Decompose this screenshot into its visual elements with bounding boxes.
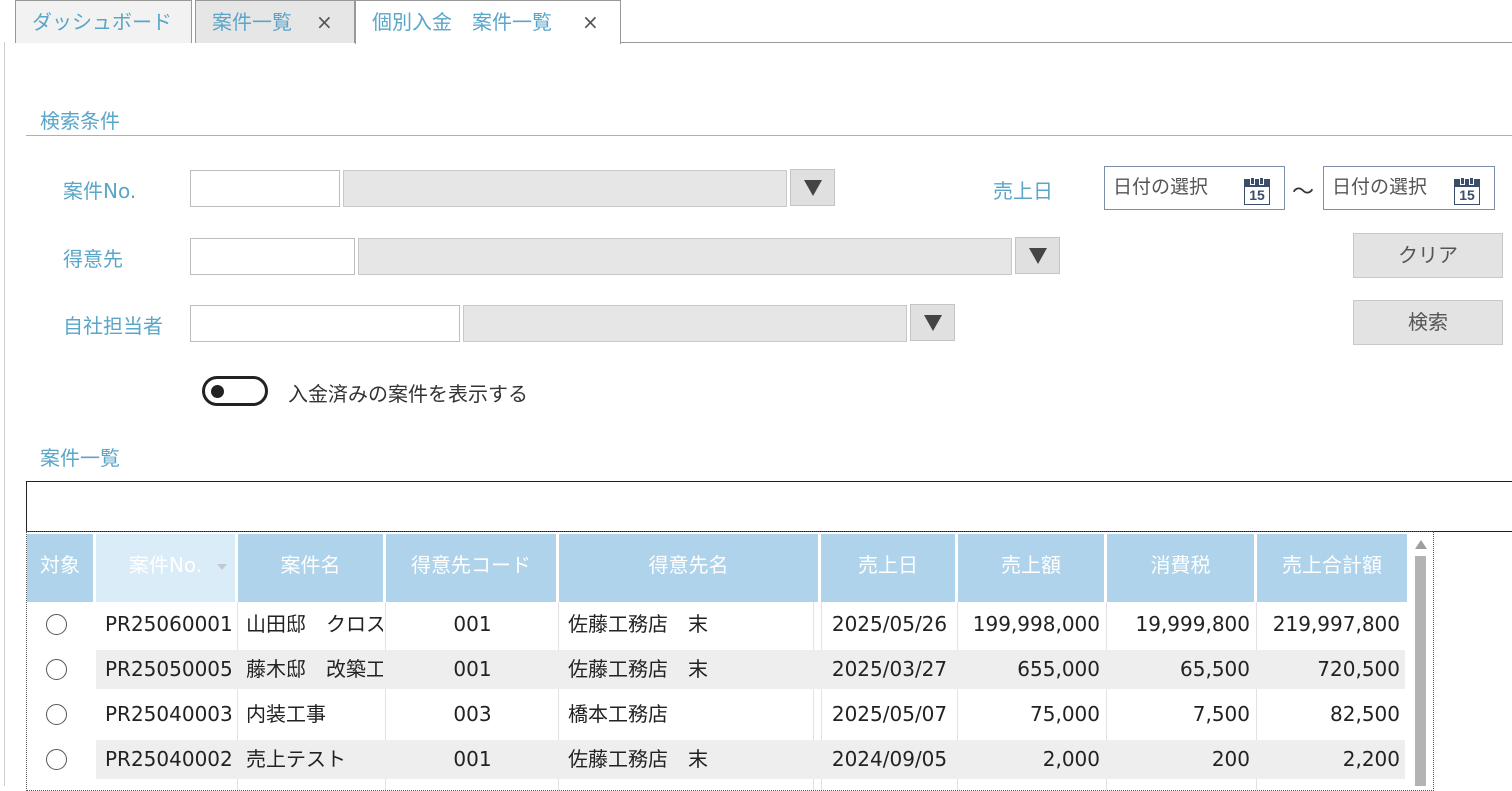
row-select-radio[interactable] — [46, 659, 67, 680]
case-grid: 対象 案件No. 案件名 得意先コード 得意先名 売上日 売上額 消費税 売上合… — [26, 531, 1434, 791]
table-row[interactable]: PR25060001 山田邸 クロス 001 佐藤工務店 末 2025/05/2… — [27, 602, 1405, 647]
column-header-total[interactable]: 売上合計額 — [1257, 534, 1407, 602]
close-icon[interactable]: × — [582, 1, 599, 44]
cell-case-no: PR25050005 — [105, 657, 233, 681]
row-select-radio[interactable] — [46, 704, 67, 725]
table-row[interactable]: PR25040003 内装工事 003 橋本工務店 2025/05/07 75,… — [27, 692, 1405, 737]
toggle-knob — [211, 385, 224, 398]
show-paid-toggle[interactable] — [202, 376, 268, 406]
date-to-placeholder: 日付の選択 — [1332, 176, 1428, 198]
column-header-customer-name[interactable]: 得意先名 — [559, 534, 821, 602]
case-no-name-field — [343, 170, 787, 207]
cell-customer-code: 001 — [453, 657, 492, 681]
staff-dropdown-button[interactable] — [910, 304, 955, 341]
sort-icon — [217, 564, 227, 570]
date-range-separator: ～ — [1292, 180, 1315, 205]
cell-case-no: PR25060001 — [105, 612, 233, 636]
customer-code-input[interactable] — [190, 238, 355, 275]
cell-sales-amount: 2,000 — [1042, 747, 1100, 771]
tab-label: 案件一覧 — [212, 10, 292, 34]
close-icon[interactable]: × — [316, 1, 333, 44]
cell-sales-date: 2025/05/26 — [831, 612, 948, 636]
cell-sales-amount: 655,000 — [1017, 657, 1100, 681]
date-from-picker[interactable]: 日付の選択 15 — [1104, 166, 1285, 210]
tab-individual-payment-case-list[interactable]: 個別入金 案件一覧 × — [355, 0, 621, 44]
cell-case-no: PR25040002 — [105, 747, 233, 771]
cell-tax: 200 — [1211, 747, 1250, 771]
date-from-placeholder: 日付の選択 — [1113, 176, 1209, 198]
left-edge — [0, 42, 5, 786]
staff-name-field — [463, 305, 907, 342]
grid-scrollbar[interactable] — [1410, 536, 1432, 786]
clear-button[interactable]: クリア — [1353, 233, 1503, 278]
section-divider — [26, 135, 1512, 136]
cell-customer-code: 001 — [453, 747, 492, 771]
cell-sales-date: 2024/09/05 — [831, 747, 948, 771]
column-header-target[interactable]: 対象 — [27, 534, 96, 602]
column-header-sales-amount[interactable]: 売上額 — [958, 534, 1107, 602]
column-header-case-name[interactable]: 案件名 — [238, 534, 386, 602]
scroll-thumb[interactable] — [1415, 556, 1426, 786]
cell-case-name: 藤木邸 改築工 — [246, 657, 383, 681]
calendar-icon[interactable]: 15 — [1244, 177, 1270, 205]
cell-tax: 7,500 — [1192, 702, 1250, 726]
column-header-tax[interactable]: 消費税 — [1107, 534, 1257, 602]
calendar-icon[interactable]: 15 — [1454, 177, 1480, 205]
cell-tax: 65,500 — [1180, 657, 1250, 681]
column-header-sales-date[interactable]: 売上日 — [821, 534, 958, 602]
cell-case-no: PR25040003 — [105, 702, 233, 726]
cell-customer-name: 佐藤工務店 末 — [568, 657, 708, 681]
tab-label: 個別入金 案件一覧 — [372, 10, 552, 34]
grid-group-panel — [26, 481, 1512, 532]
case-no-input[interactable] — [190, 170, 340, 207]
scroll-up-icon[interactable] — [1415, 540, 1427, 549]
cell-case-name: 内装工事 — [246, 702, 326, 726]
cell-sales-amount: 75,000 — [1030, 702, 1100, 726]
table-row[interactable]: PR25040002 売上テスト 001 佐藤工務店 末 2024/09/05 … — [27, 737, 1405, 782]
cell-sales-date: 2025/03/27 — [831, 657, 948, 681]
case-no-dropdown-button[interactable] — [790, 169, 835, 206]
cell-total: 82,500 — [1330, 702, 1400, 726]
cell-customer-name: 佐藤工務店 末 — [568, 747, 708, 771]
sales-date-label: 売上日 — [993, 179, 1053, 203]
case-no-label: 案件No. — [63, 179, 137, 203]
cell-total: 2,200 — [1342, 747, 1400, 771]
column-header-case-no[interactable]: 案件No. — [96, 534, 238, 602]
cell-customer-code: 003 — [453, 702, 492, 726]
show-paid-toggle-label: 入金済みの案件を表示する — [288, 382, 528, 406]
tab-label: ダッシュボード — [32, 10, 172, 34]
triangle-down-icon — [1028, 247, 1047, 264]
date-to-picker[interactable]: 日付の選択 15 — [1323, 166, 1495, 210]
staff-label: 自社担当者 — [63, 314, 163, 338]
cell-total: 720,500 — [1317, 657, 1400, 681]
customer-name-field — [358, 238, 1012, 275]
tab-baseline — [620, 42, 1512, 43]
cell-customer-code: 001 — [453, 612, 492, 636]
cell-tax: 19,999,800 — [1135, 612, 1250, 636]
triangle-down-icon — [803, 179, 822, 196]
tab-case-list[interactable]: 案件一覧 × — [195, 0, 355, 43]
triangle-down-icon — [923, 314, 942, 331]
search-button[interactable]: 検索 — [1353, 300, 1503, 345]
cell-customer-name: 佐藤工務店 末 — [568, 612, 708, 636]
table-row[interactable]: PR25050005 藤木邸 改築工 001 佐藤工務店 末 2025/03/2… — [27, 647, 1405, 692]
column-header-customer-code[interactable]: 得意先コード — [386, 534, 559, 602]
tab-dashboard[interactable]: ダッシュボード — [15, 0, 192, 43]
staff-code-input[interactable] — [190, 305, 460, 342]
tab-bar: ダッシュボード 案件一覧 × 個別入金 案件一覧 × — [0, 0, 1512, 44]
cell-sales-amount: 199,998,000 — [972, 612, 1100, 636]
cell-total: 219,997,800 — [1272, 612, 1400, 636]
customer-label: 得意先 — [63, 247, 123, 271]
cell-sales-date: 2025/05/07 — [831, 702, 948, 726]
cell-case-name: 売上テスト — [246, 747, 346, 771]
row-select-radio[interactable] — [46, 749, 67, 770]
cell-case-name: 山田邸 クロス — [246, 612, 383, 636]
customer-dropdown-button[interactable] — [1015, 237, 1060, 274]
row-select-radio[interactable] — [46, 614, 67, 635]
cell-customer-name: 橋本工務店 — [568, 702, 668, 726]
list-section-title: 案件一覧 — [40, 446, 120, 470]
search-section-title: 検索条件 — [40, 109, 120, 133]
